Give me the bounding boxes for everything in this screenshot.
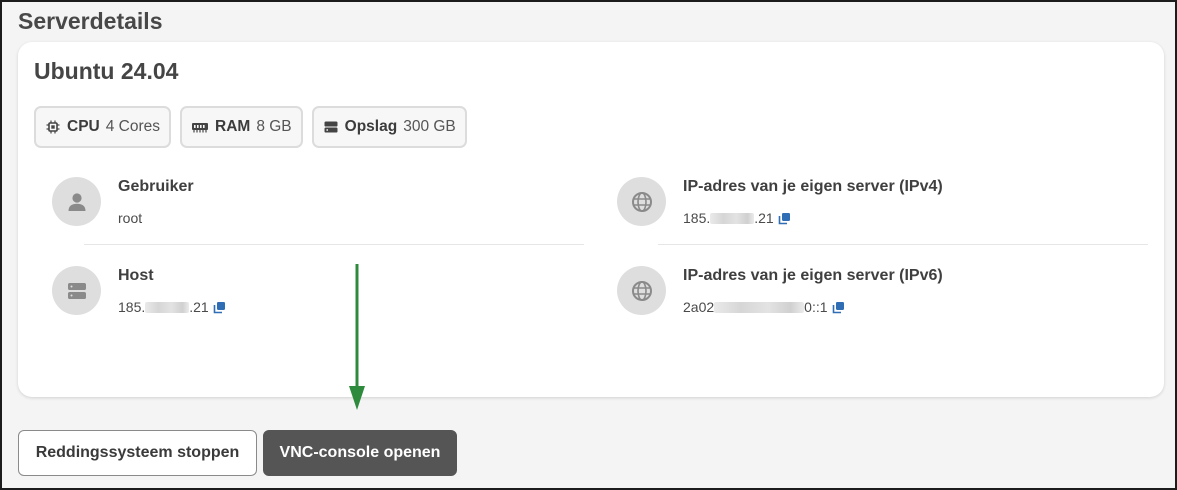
redacted-blur (145, 301, 190, 313)
ipv4-info: IP-adres van je eigen server (IPv4) 185.… (617, 177, 943, 226)
spec-value: 4 Cores (105, 118, 161, 135)
host-info: Host 185. .21 (52, 266, 226, 315)
spec-chip-storage: Opslag 300 GB (311, 106, 467, 148)
spec-value: 8 GB (256, 118, 292, 135)
avatar (617, 266, 666, 315)
redacted-blur (710, 212, 755, 224)
ipv4-value: 185. .21 (683, 210, 943, 226)
page-frame: Serverdetails Ubuntu 24.04 CPU 4 Cores R… (0, 0, 1177, 490)
globe-icon (631, 280, 653, 302)
ipv6-info: IP-adres van je eigen server (IPv6) 2a02… (617, 266, 943, 315)
annotation-arrow (349, 264, 365, 410)
user-label: Gebruiker (118, 178, 194, 195)
open-vnc-console-button[interactable]: VNC-console openen (263, 430, 457, 476)
host-suffix: .21 (189, 299, 209, 315)
user-value: root (118, 210, 194, 226)
host-value: 185. .21 (118, 299, 226, 315)
avatar (617, 177, 666, 226)
spec-chips: CPU 4 Cores RAM 8 GB Opslag 300 GB (34, 106, 467, 148)
spec-chip-cpu: CPU 4 Cores (34, 106, 172, 148)
ipv6-label: IP-adres van je eigen server (IPv6) (683, 267, 943, 284)
avatar (52, 266, 101, 315)
username-text: root (118, 210, 143, 226)
user-info: Gebruiker root (52, 177, 194, 226)
host-label: Host (118, 267, 154, 284)
redacted-blur (714, 301, 805, 313)
server-details-card: Ubuntu 24.04 CPU 4 Cores RAM 8 GB Opslag… (18, 42, 1164, 397)
spec-label: Opslag (344, 118, 398, 135)
avatar (52, 177, 101, 226)
copy-icon[interactable] (213, 301, 226, 314)
ipv4-prefix: 185. (683, 210, 711, 226)
os-title: Ubuntu 24.04 (34, 58, 179, 84)
ipv6-suffix: 0::1 (804, 299, 828, 315)
ram-icon (191, 119, 209, 135)
spec-label: CPU (67, 118, 100, 135)
host-prefix: 185. (118, 299, 146, 315)
spec-value: 300 GB (403, 118, 456, 135)
section-title: Serverdetails (18, 8, 163, 34)
ipv6-prefix: 2a02 (683, 299, 715, 315)
copy-icon[interactable] (778, 212, 791, 225)
ipv6-value: 2a02 0::1 (683, 299, 943, 315)
cpu-icon (45, 119, 61, 135)
divider (658, 244, 1148, 245)
ipv4-label: IP-adres van je eigen server (IPv4) (683, 178, 943, 195)
divider (84, 244, 584, 245)
spec-chip-ram: RAM 8 GB (180, 106, 303, 148)
globe-icon (631, 191, 653, 213)
copy-icon[interactable] (832, 301, 845, 314)
storage-icon (323, 119, 339, 135)
server-icon (66, 280, 88, 302)
ipv4-suffix: .21 (754, 210, 774, 226)
stop-rescue-system-button[interactable]: Reddingssysteem stoppen (18, 430, 257, 476)
spec-label: RAM (215, 118, 251, 135)
user-icon (66, 191, 88, 213)
